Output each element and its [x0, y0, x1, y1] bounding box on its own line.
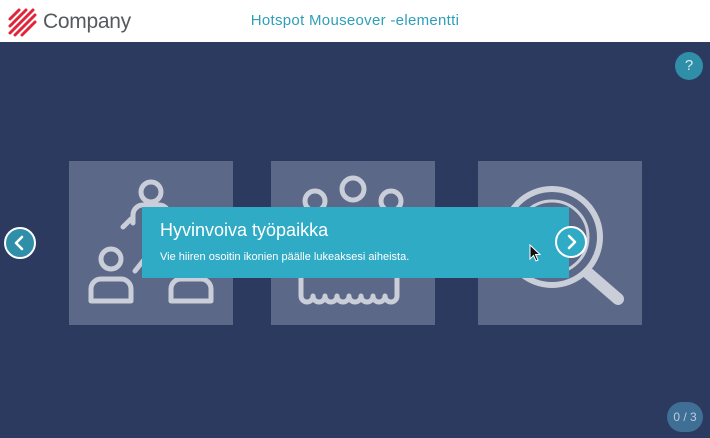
help-button[interactable]: ?: [675, 52, 703, 80]
tooltip-title: Hyvinvoiva työpaikka: [160, 220, 329, 240]
next-button[interactable]: [555, 226, 587, 258]
hotspot-tooltip: Hyvinvoiva työpaikka Vie hiiren osoitin …: [142, 207, 569, 278]
top-header: Company Hotspot Mouseover -elementti: [0, 0, 710, 42]
chevron-left-icon: [14, 235, 24, 251]
previous-button[interactable]: [4, 227, 36, 259]
mouse-cursor-icon: [529, 244, 541, 262]
chevron-right-icon: [567, 234, 577, 250]
progress-counter: 0 / 3: [667, 402, 703, 432]
tooltip-text: Vie hiiren osoitin ikonien päälle lukeak…: [160, 251, 410, 263]
page-title: Hotspot Mouseover -elementti: [250, 12, 460, 29]
